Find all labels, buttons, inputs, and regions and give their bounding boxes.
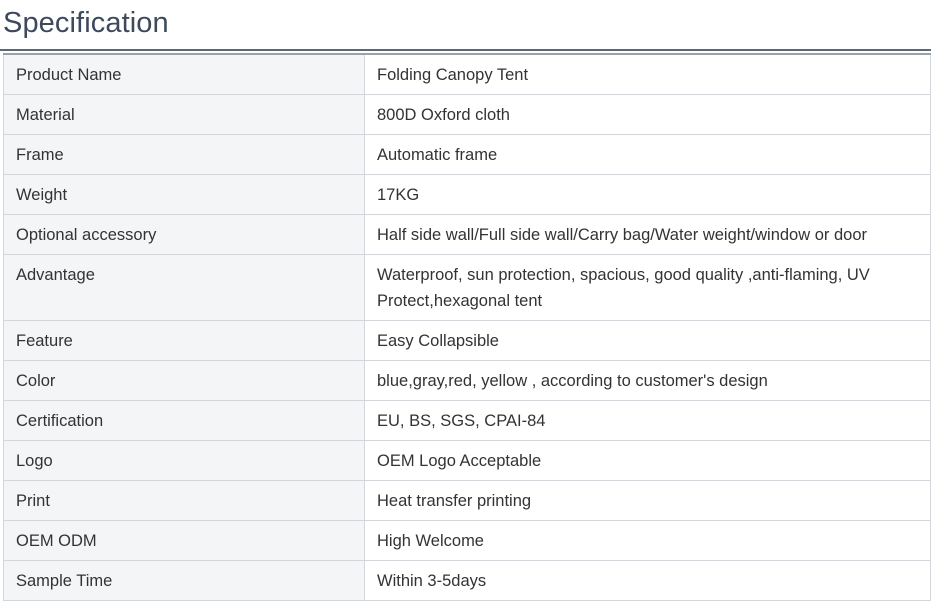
spec-label: Frame — [3, 134, 365, 175]
table-row: Sample Time Within 3-5days — [3, 560, 931, 601]
table-row: Color blue,gray,red, yellow , according … — [3, 360, 931, 401]
spec-label: Sample Time — [3, 560, 365, 601]
table-row: Advantage Waterproof, sun protection, sp… — [3, 254, 931, 321]
spec-label: Advantage — [3, 254, 365, 321]
spec-label: Product Name — [3, 53, 365, 95]
table-row: Weight 17KG — [3, 174, 931, 215]
title-divider — [0, 49, 931, 51]
spec-label: Weight — [3, 174, 365, 215]
table-row: Product Name Folding Canopy Tent — [3, 53, 931, 95]
spec-value: OEM Logo Acceptable — [364, 440, 931, 481]
spec-value: Waterproof, sun protection, spacious, go… — [364, 254, 931, 321]
table-row: Optional accessory Half side wall/Full s… — [3, 214, 931, 255]
spec-label: Print — [3, 480, 365, 521]
spec-label: OEM ODM — [3, 520, 365, 561]
spec-label: Certification — [3, 400, 365, 441]
table-row: Logo OEM Logo Acceptable — [3, 440, 931, 481]
table-row: Print Heat transfer printing — [3, 480, 931, 521]
spec-label: Material — [3, 94, 365, 135]
spec-value: Folding Canopy Tent — [364, 53, 931, 95]
spec-table-container: Product Name Folding Canopy Tent Materia… — [3, 53, 931, 601]
spec-label: Optional accessory — [3, 214, 365, 255]
spec-value: Easy Collapsible — [364, 320, 931, 361]
spec-value: Within 3-5days — [364, 560, 931, 601]
spec-value: 17KG — [364, 174, 931, 215]
spec-value: blue,gray,red, yellow , according to cus… — [364, 360, 931, 401]
spec-table: Product Name Folding Canopy Tent Materia… — [3, 53, 931, 601]
spec-value: Half side wall/Full side wall/Carry bag/… — [364, 214, 931, 255]
spec-label: Color — [3, 360, 365, 401]
section-title: Specification — [3, 7, 169, 39]
spec-label: Logo — [3, 440, 365, 481]
spec-value: Heat transfer printing — [364, 480, 931, 521]
spec-label: Feature — [3, 320, 365, 361]
spec-value: High Welcome — [364, 520, 931, 561]
table-row: Frame Automatic frame — [3, 134, 931, 175]
table-row: OEM ODM High Welcome — [3, 520, 931, 561]
spec-value: 800D Oxford cloth — [364, 94, 931, 135]
spec-value: Automatic frame — [364, 134, 931, 175]
spec-value: EU, BS, SGS, CPAI-84 — [364, 400, 931, 441]
table-row: Feature Easy Collapsible — [3, 320, 931, 361]
table-row: Material 800D Oxford cloth — [3, 94, 931, 135]
table-row: Certification EU, BS, SGS, CPAI-84 — [3, 400, 931, 441]
